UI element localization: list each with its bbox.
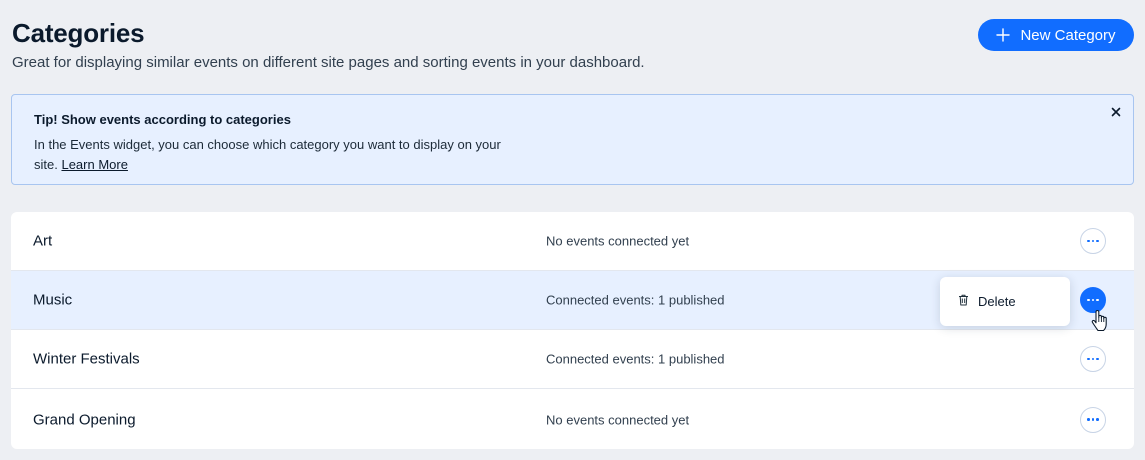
table-row[interactable]: Grand Opening No events connected yet: [11, 390, 1134, 449]
page-title: Categories: [12, 18, 145, 48]
trash-icon: [958, 294, 969, 309]
more-icon: [1087, 298, 1099, 302]
delete-menu-item[interactable]: Delete: [940, 277, 1070, 326]
more-actions-button[interactable]: [1080, 406, 1106, 433]
tip-banner: Tip! Show events according to categories…: [11, 94, 1134, 185]
categories-table: Art No events connected yet Music Connec…: [11, 212, 1134, 449]
more-actions-button[interactable]: [1080, 346, 1106, 372]
learn-more-link[interactable]: Learn More: [61, 157, 127, 172]
category-status: No events connected yet: [546, 233, 690, 249]
category-status: Connected events: 1 published: [546, 351, 725, 367]
new-category-label: New Category: [1020, 26, 1116, 44]
close-icon[interactable]: [1109, 105, 1123, 119]
more-icon: [1087, 418, 1099, 421]
category-status: No events connected yet: [546, 412, 690, 427]
more-actions-button[interactable]: [1080, 228, 1106, 254]
category-name: Winter Festivals: [33, 350, 140, 368]
tip-body: In the Events widget, you can choose whi…: [34, 135, 524, 175]
plus-icon: [996, 28, 1011, 42]
delete-label: Delete: [978, 294, 1016, 309]
table-row[interactable]: Art No events connected yet: [11, 212, 1134, 271]
category-name: Grand Opening: [33, 411, 136, 428]
category-status: Connected events: 1 published: [546, 292, 725, 308]
more-icon: [1087, 357, 1099, 361]
table-row[interactable]: Winter Festivals Connected events: 1 pub…: [11, 330, 1134, 389]
tip-title: Tip! Show events according to categories: [34, 112, 291, 127]
hand-cursor-icon: [1090, 309, 1110, 333]
row-actions-menu: Delete: [940, 277, 1070, 326]
category-name: Art: [33, 232, 53, 250]
new-category-button[interactable]: New Category: [978, 19, 1134, 51]
more-icon: [1087, 239, 1099, 243]
page-subtitle: Great for displaying similar events on d…: [12, 54, 645, 71]
category-name: Music: [33, 291, 73, 309]
